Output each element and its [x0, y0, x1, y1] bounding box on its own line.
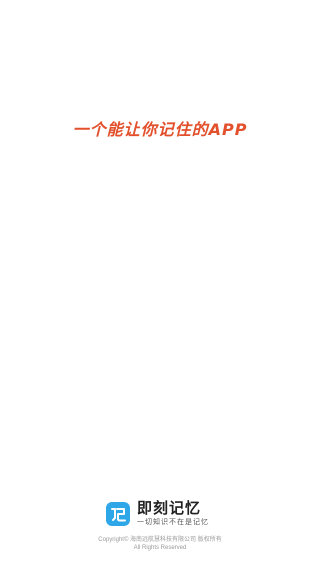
copyright-line-2: All Rights Reserved: [133, 545, 187, 551]
brand-block: 即刻记忆 一切知识不在是记忆: [106, 500, 209, 527]
brand-text: 即刻记忆 一切知识不在是记忆: [137, 500, 209, 527]
copyright-line-1: Copyright© 海南远航慧科技有限公司 版权所有: [98, 537, 222, 543]
splash-slogan: 一个能让你记住的APP: [72, 120, 248, 139]
brand-name: 即刻记忆: [137, 499, 202, 517]
copyright-notice: Copyright© 海南远航慧科技有限公司 版权所有 All Rights R…: [0, 536, 320, 552]
ji-logo-icon: [106, 501, 130, 526]
splash-screen: 一个能让你记住的APP 即刻记忆 一切知识不在是记忆 Copyright© 海南…: [0, 0, 320, 569]
brand-tagline: 一切知识不在是记忆: [137, 518, 209, 526]
